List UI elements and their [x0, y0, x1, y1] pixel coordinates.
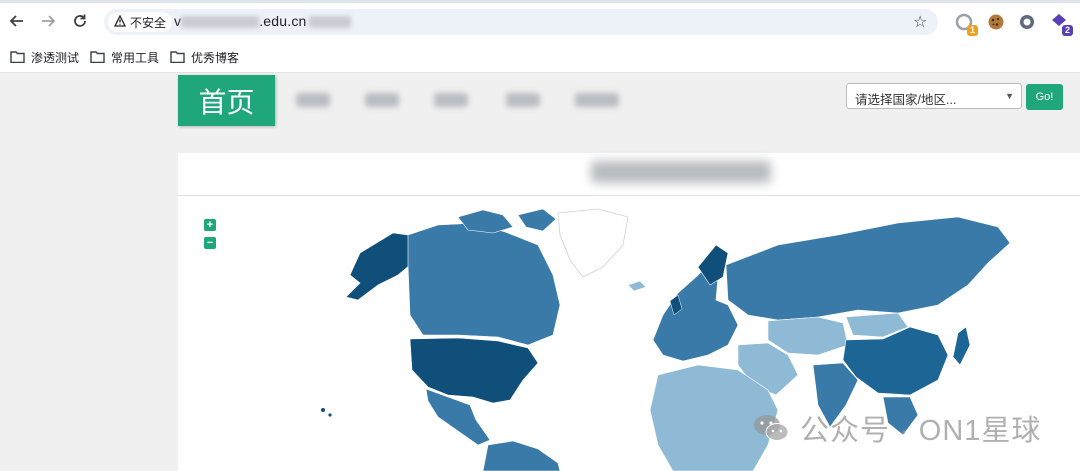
reload-button[interactable] — [69, 10, 91, 32]
address-bar[interactable]: 不安全 v .edu.cn ☆ — [104, 9, 938, 35]
folder-icon — [10, 51, 25, 63]
security-label: 不安全 — [130, 15, 167, 30]
back-button[interactable] — [6, 10, 28, 32]
security-chip[interactable]: 不安全 — [108, 12, 173, 32]
caret-down-icon: ▼ — [1005, 91, 1014, 101]
map-region-south-america[interactable] — [482, 440, 561, 471]
arrow-right-icon — [42, 15, 56, 27]
extension-1-button[interactable]: 1 — [953, 11, 978, 36]
map-region-hawaii-2[interactable] — [328, 413, 332, 417]
url-domain: .edu.cn — [259, 13, 307, 29]
map-region-iceland[interactable] — [627, 280, 647, 292]
folder-icon — [90, 51, 105, 63]
map-region-greenland[interactable] — [557, 208, 629, 278]
bookmark-label: 渗透测试 — [31, 50, 80, 65]
map-panel-title-redacted — [591, 161, 771, 183]
extension-4-button[interactable]: 2 — [1048, 11, 1073, 36]
nav-item-redacted-3[interactable] — [434, 93, 468, 107]
bookmark-folder-blogs[interactable]: 优秀博客 — [170, 48, 239, 66]
map-panel-header — [178, 153, 1080, 196]
bookmark-star-icon[interactable]: ☆ — [913, 12, 927, 32]
nav-item-redacted-1[interactable] — [296, 93, 330, 107]
extension-4-badge: 2 — [1061, 25, 1073, 36]
map-region-europe[interactable] — [652, 264, 739, 362]
cookie-icon — [988, 14, 1004, 30]
bookmarks-bar: 渗透测试 常用工具 优秀博客 — [0, 42, 1080, 73]
zoom-out-button[interactable]: − — [204, 237, 216, 249]
home-brand-link[interactable]: 首页 — [178, 75, 275, 126]
reload-icon — [74, 14, 86, 27]
browser-toolbar: 不安全 v .edu.cn ☆ 1 2 — [0, 0, 1080, 42]
map-region-alaska[interactable] — [345, 232, 411, 301]
url-path-redacted — [308, 16, 351, 29]
map-region-russia[interactable] — [725, 216, 1011, 321]
tab-strip — [0, 0, 1080, 3]
nav-item-redacted-4[interactable] — [506, 93, 540, 107]
extension-3-icon — [1020, 15, 1034, 29]
map-region-arctic-islands[interactable] — [457, 208, 557, 234]
map-region-china[interactable] — [842, 326, 949, 396]
bookmark-folder-tools[interactable]: 常用工具 — [90, 48, 159, 66]
wechat-watermark: 公众号 · ON1星球 — [752, 408, 1041, 448]
map-region-central-asia[interactable] — [767, 316, 849, 356]
bookmark-label: 常用工具 — [111, 50, 160, 65]
forward-button[interactable] — [37, 10, 59, 32]
nav-item-redacted-2[interactable] — [365, 93, 399, 107]
url-text: v .edu.cn — [174, 13, 351, 29]
wechat-icon — [754, 415, 789, 441]
url-prefix: v — [174, 13, 182, 29]
folder-icon — [170, 51, 185, 63]
zoom-in-button[interactable]: + — [204, 219, 216, 231]
map-region-hawaii[interactable] — [321, 408, 325, 412]
arrow-left-icon — [9, 15, 23, 27]
map-region-canada[interactable] — [407, 222, 561, 346]
country-select[interactable]: 请选择国家/地区... ▼ — [846, 83, 1022, 109]
extension-3-button[interactable] — [1016, 11, 1038, 33]
cookie-extension-button[interactable] — [985, 11, 1007, 33]
map-region-japan[interactable] — [952, 326, 971, 366]
extension-1-badge: 1 — [966, 25, 978, 36]
country-select-value: 请选择国家/地区... — [855, 93, 957, 107]
bookmark-folder-pentest[interactable]: 渗透测试 — [10, 48, 79, 66]
watermark-text: 公众号 · ON1星球 — [800, 415, 1042, 447]
nav-item-redacted-5[interactable] — [575, 93, 619, 107]
go-button[interactable]: Go! — [1026, 84, 1063, 110]
bookmark-label: 优秀博客 — [191, 50, 240, 65]
warning-icon — [113, 14, 127, 30]
url-redacted — [181, 16, 260, 29]
